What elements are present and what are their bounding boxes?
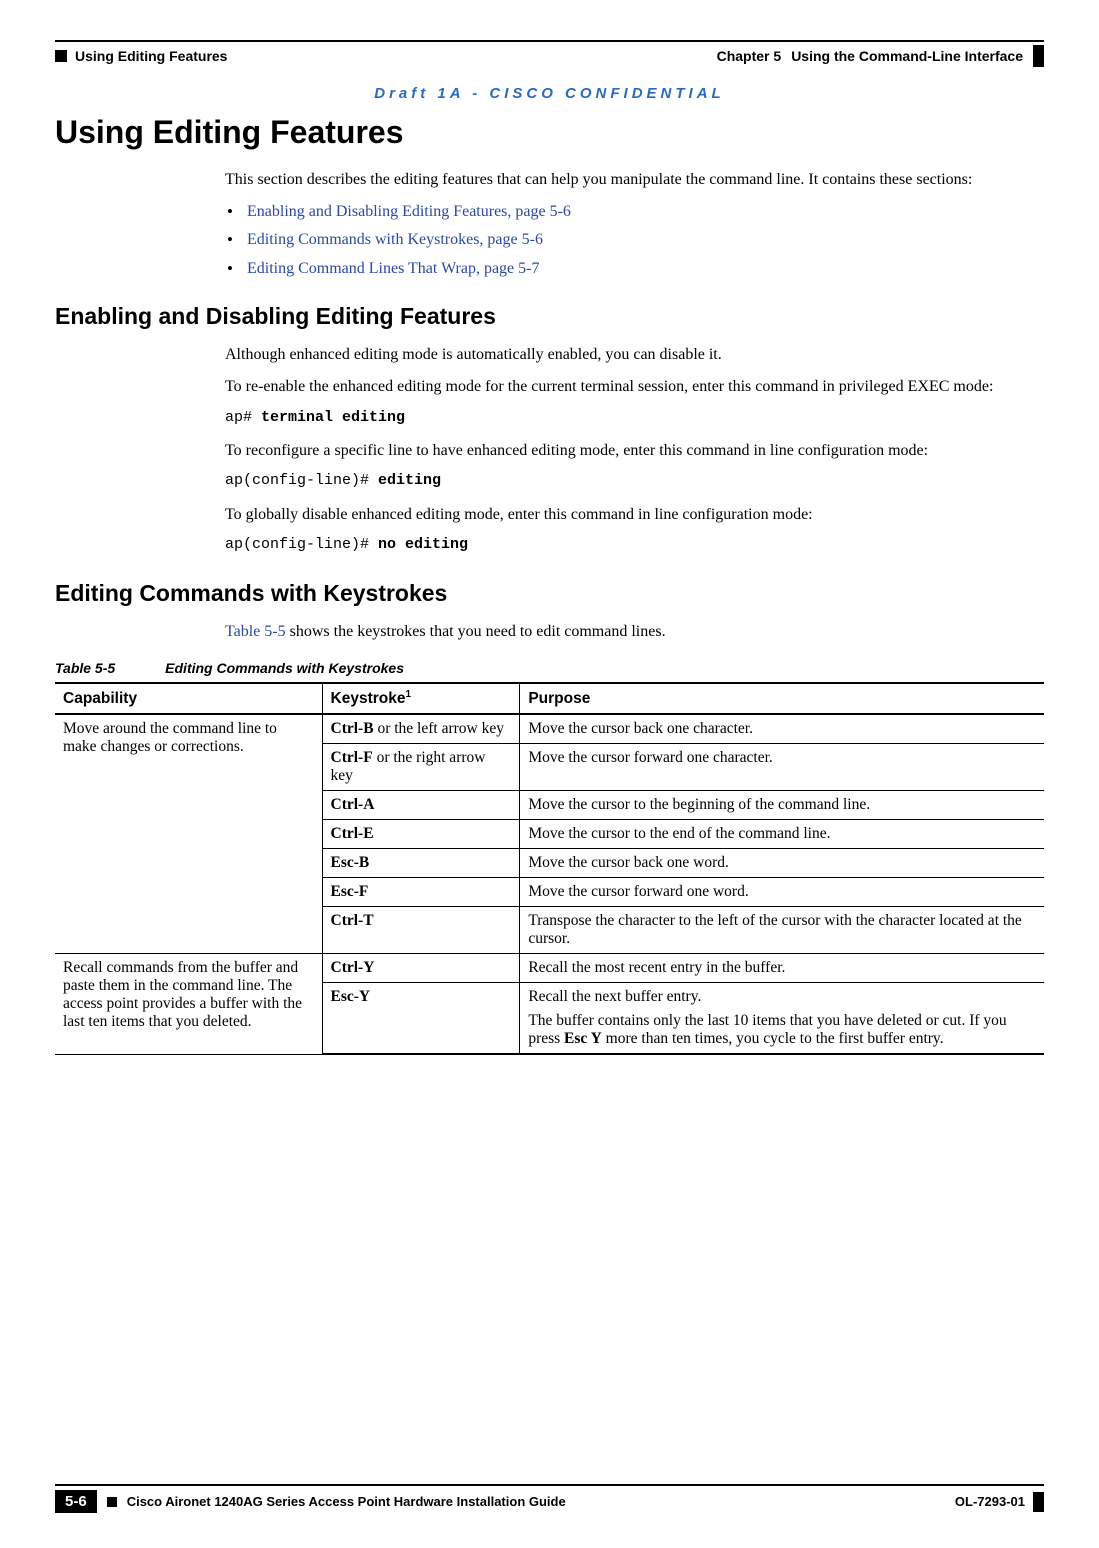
keystroke-cell: Ctrl-B or the left arrow key [322,714,520,744]
purpose-cell: Move the cursor to the beginning of the … [520,791,1044,820]
key-label: Ctrl-T [331,912,374,929]
keystroke-cell: Esc-F [322,878,520,907]
key-label: Esc-Y [331,988,371,1005]
section-links-list: Enabling and Disabling Editing Features,… [225,201,1044,280]
cmd-no-editing: ap(config-line)# no editing [225,535,1044,555]
keystroke-cell: Ctrl-Y [322,954,520,983]
key-rest: or the left arrow key [374,720,504,737]
section-keystrokes-body: Table 5-5 shows the keystrokes that you … [225,621,1044,643]
keystroke-cell: Ctrl-F or the right arrow key [322,744,520,791]
purpose-cell: Move the cursor forward one word. [520,878,1044,907]
purpose-line1: Recall the next buffer entry. [528,988,1036,1006]
link-editing-keystrokes[interactable]: Editing Commands with Keystrokes, page 5… [225,229,1044,251]
keystrokes-intro-rest: shows the keystrokes that you need to ed… [286,623,666,640]
table-row: Move around the command line to make cha… [55,714,1044,744]
intro-paragraph: This section describes the editing featu… [225,169,1044,191]
header-marker-icon [55,50,67,62]
footer-guide-title: Cisco Aironet 1240AG Series Access Point… [127,1494,566,1509]
key-label: Ctrl-B [331,720,374,737]
purpose-cell: Transpose the character to the left of t… [520,907,1044,954]
prompt: ap(config-line)# [225,536,378,553]
prompt: ap# [225,409,261,426]
footer-doc-number: OL-7293-01 [955,1494,1025,1509]
table-xref[interactable]: Table 5-5 [225,623,286,640]
keystroke-cell: Esc-B [322,849,520,878]
cmd-terminal-editing: ap# terminal editing [225,408,1044,428]
capability-recall: Recall commands from the buffer and past… [55,954,322,1055]
footer-row: 5-6 Cisco Aironet 1240AG Series Access P… [55,1490,1044,1513]
key-label: Esc-B [331,854,370,871]
capability-move: Move around the command line to make cha… [55,714,322,954]
purpose-cell: Move the cursor forward one character. [520,744,1044,791]
col-capability: Capability [55,683,322,714]
cmd-editing: ap(config-line)# editing [225,471,1044,491]
keystroke-table: Capability Keystroke1 Purpose Move aroun… [55,682,1044,1055]
purpose-cell: Recall the most recent entry in the buff… [520,954,1044,983]
keystrokes-intro: Table 5-5 shows the keystrokes that you … [225,621,1044,643]
chapter-title: Using the Command-Line Interface [791,48,1023,64]
keystroke-cell: Ctrl-T [322,907,520,954]
section-keystrokes-heading: Editing Commands with Keystrokes [55,580,1044,607]
footer-rule [55,1484,1044,1486]
cmd-text: no editing [378,536,468,553]
purpose-2c: more than ten times, you cycle to the fi… [602,1030,944,1047]
table-caption: Table 5-5 Editing Commands with Keystroke… [55,660,1044,676]
key-label: Esc-F [331,883,369,900]
table-row: Recall commands from the buffer and past… [55,954,1044,983]
key-label: Ctrl-Y [331,959,375,976]
cmd-text: editing [378,472,441,489]
footer-right: OL-7293-01 [955,1492,1044,1512]
enable-p2: To re-enable the enhanced editing mode f… [225,376,1044,398]
purpose-cell: Move the cursor back one word. [520,849,1044,878]
page-title: Using Editing Features [55,114,1044,151]
key-label: Ctrl-F [331,749,373,766]
chapter-label: Chapter 5 [717,48,782,64]
header-right: Chapter 5 Using the Command-Line Interfa… [717,45,1044,67]
purpose-esc-y: Esc Y [564,1030,602,1047]
link-enable-disable[interactable]: Enabling and Disabling Editing Features,… [225,201,1044,223]
header-bar-icon [1033,45,1044,67]
keystroke-cell: Ctrl-A [322,791,520,820]
purpose-cell: Recall the next buffer entry. The buffer… [520,983,1044,1055]
footer-bar-icon [1033,1492,1044,1512]
purpose-line2: The buffer contains only the last 10 ite… [528,1012,1036,1048]
col-keystroke-label: Keystroke [331,690,406,707]
prompt: ap(config-line)# [225,472,378,489]
enable-p4: To globally disable enhanced editing mod… [225,504,1044,526]
header-left: Using Editing Features [55,48,227,64]
enable-p3: To reconfigure a specific line to have e… [225,440,1044,462]
intro-block: This section describes the editing featu… [225,169,1044,279]
col-purpose: Purpose [520,683,1044,714]
footer-left: 5-6 Cisco Aironet 1240AG Series Access P… [55,1490,566,1513]
section-enable-disable-body: Although enhanced editing mode is automa… [225,344,1044,555]
page-header: Using Editing Features Chapter 5 Using t… [55,45,1044,67]
col-keystroke-footnote: 1 [405,689,411,700]
footer-marker-icon [107,1497,117,1507]
header-top-rule [55,40,1044,42]
keystroke-cell: Ctrl-E [322,820,520,849]
purpose-cell: Move the cursor to the end of the comman… [520,820,1044,849]
key-label: Ctrl-E [331,825,374,842]
section-enable-disable-heading: Enabling and Disabling Editing Features [55,303,1044,330]
table-caption-label: Table 5-5 [55,660,115,676]
cmd-text: terminal editing [261,409,405,426]
header-section-name: Using Editing Features [75,48,227,64]
draft-confidential: Draft 1A - CISCO CONFIDENTIAL [55,85,1044,102]
keystroke-cell: Esc-Y [322,983,520,1055]
table-caption-title: Editing Commands with Keystrokes [165,660,404,676]
page-number: 5-6 [55,1490,97,1513]
page-footer: 5-6 Cisco Aironet 1240AG Series Access P… [55,1484,1044,1513]
key-label: Ctrl-A [331,796,375,813]
link-lines-that-wrap[interactable]: Editing Command Lines That Wrap, page 5-… [225,258,1044,280]
col-keystroke: Keystroke1 [322,683,520,714]
table-header-row: Capability Keystroke1 Purpose [55,683,1044,714]
enable-p1: Although enhanced editing mode is automa… [225,344,1044,366]
purpose-cell: Move the cursor back one character. [520,714,1044,744]
